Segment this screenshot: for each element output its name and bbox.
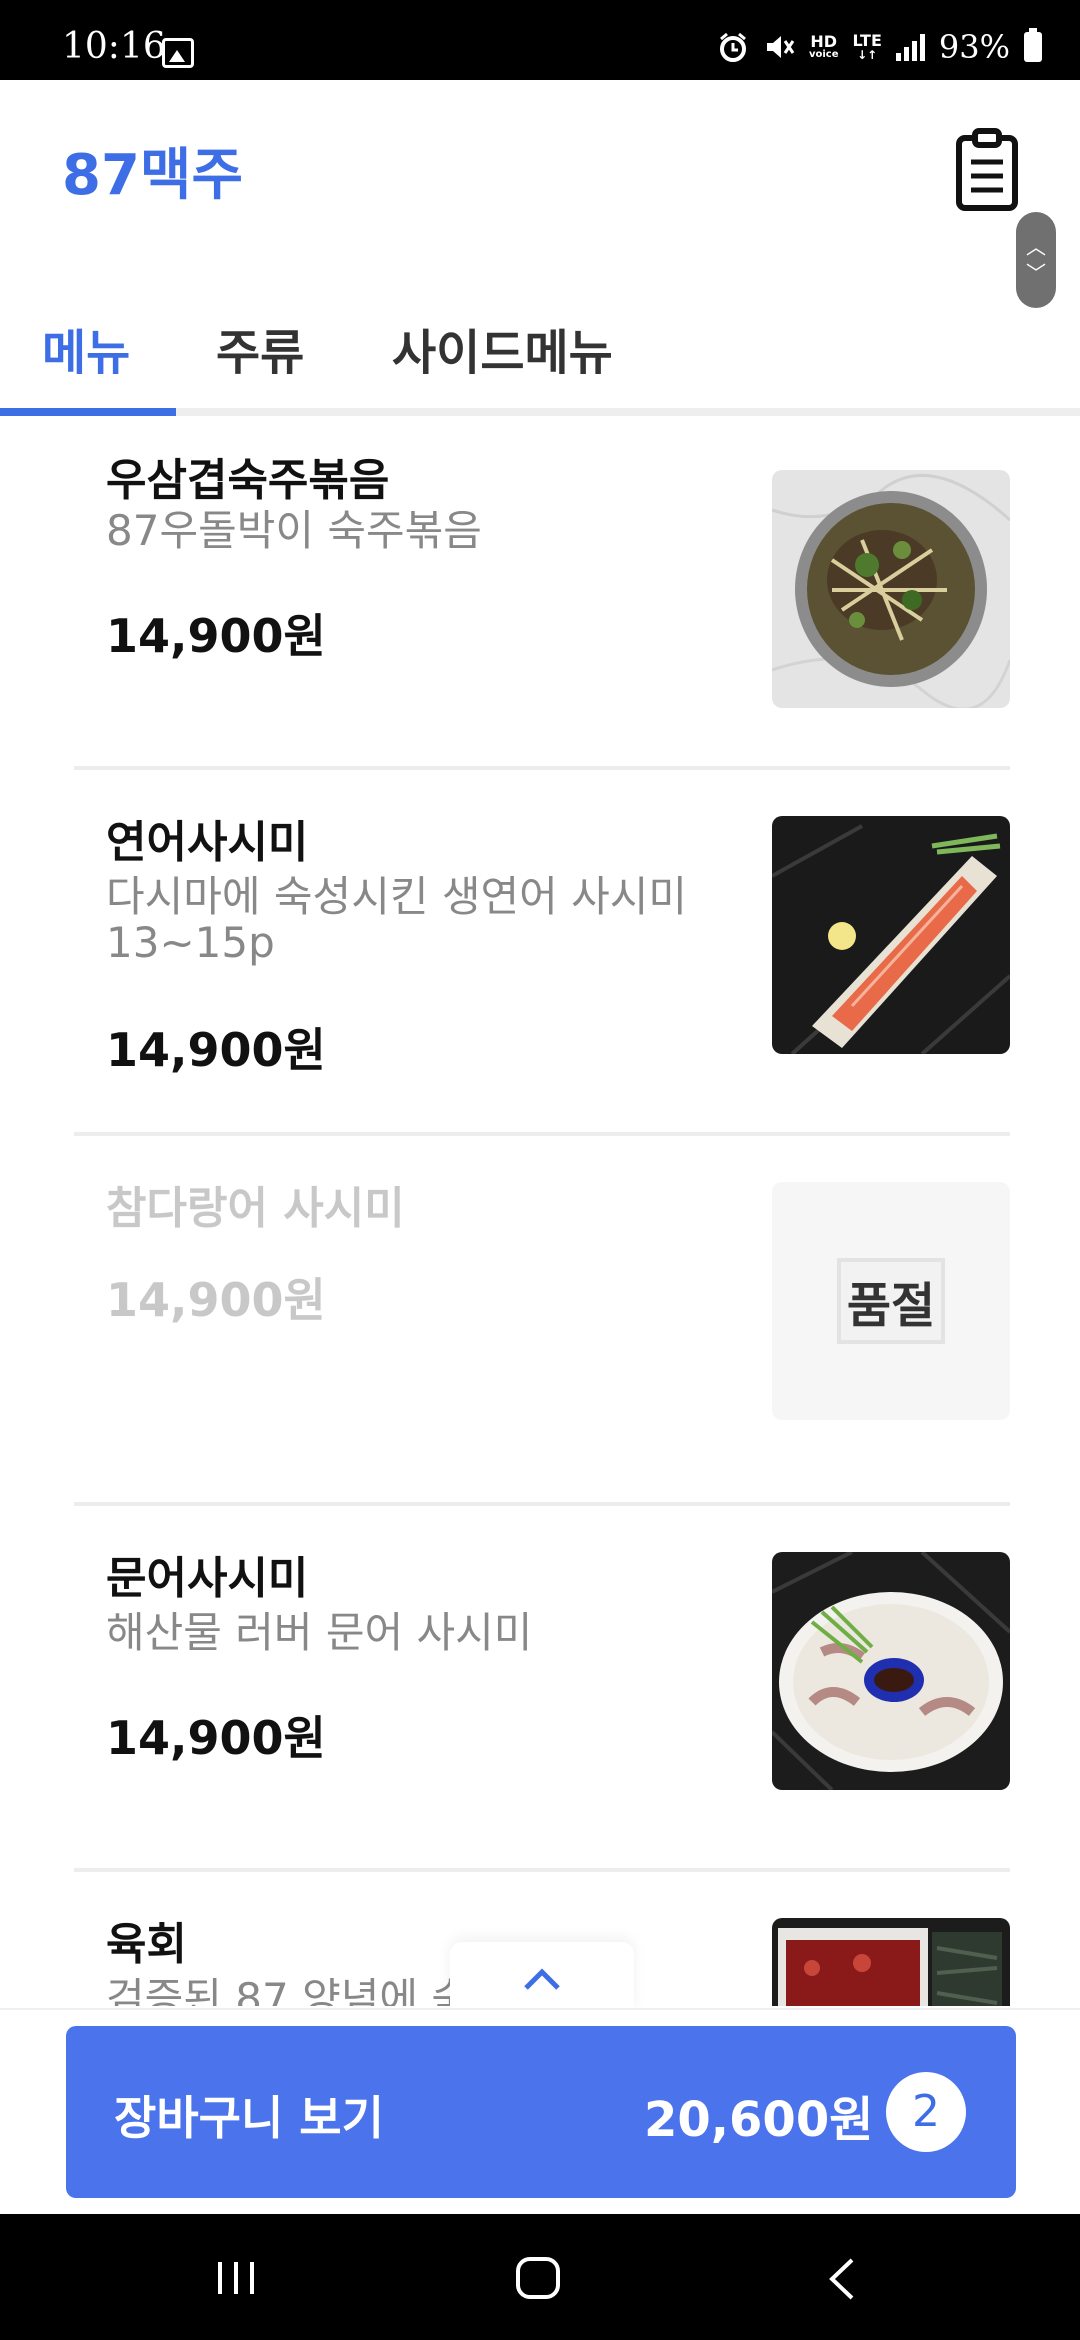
menu-item[interactable]: 우삼겹숙주볶음 87우돌박이 숙주볶음 14,900원 [74, 436, 1010, 770]
menu-item-name: 우삼겹숙주볶음 [106, 455, 390, 506]
battery-percent: 93% [938, 28, 1010, 66]
clipboard-icon[interactable] [955, 128, 1019, 212]
menu-item-name: 연어사시미 [106, 817, 309, 868]
sold-out-placeholder: 품절 [772, 1182, 1010, 1420]
menu-item-description: 검증된 87 양념에 숙 [106, 1974, 470, 2007]
menu-item-photo [772, 1918, 1010, 2006]
store-title: 87맥주 [62, 143, 243, 208]
menu-item-description: 87우돌박이 숙주볶음 [106, 506, 482, 555]
menu-item-price: 14,900원 [106, 1273, 326, 1327]
scroll-to-top-button[interactable] [450, 1942, 634, 2010]
signal-icon [895, 33, 925, 61]
category-tabs: 메뉴 주류 사이드메뉴 [0, 318, 1080, 418]
tab-menu[interactable]: 메뉴 [42, 318, 130, 418]
recent-apps-icon[interactable] [214, 2258, 258, 2298]
menu-item-sold-out: 참다랑어 사시미 14,900원 품절 [74, 1136, 1010, 1506]
menu-item[interactable]: 문어사시미 해산물 러버 문어 사시미 14,900원 [74, 1506, 1010, 1872]
menu-item-name: 육회 [106, 1919, 187, 1970]
gallery-notification-icon [162, 38, 194, 68]
sold-out-badge: 품절 [836, 1258, 946, 1344]
status-icons: HD voice LTE ↓↑ 93% [717, 28, 1042, 66]
tab-drinks[interactable]: 주류 [216, 318, 304, 418]
status-bar: 10:16 HD voice LTE ↓↑ 93% [0, 0, 1080, 80]
menu-item-photo [772, 1552, 1010, 1790]
mute-icon [766, 36, 795, 58]
tab-side-menu[interactable]: 사이드메뉴 [392, 318, 613, 418]
view-cart-button[interactable]: 장바구니 보기 20,600원 2 [66, 2026, 1016, 2198]
menu-item-name: 참다랑어 사시미 [106, 1183, 405, 1234]
cart-total: 20,600원 [644, 2092, 874, 2148]
menu-item-price: 14,900원 [106, 1711, 326, 1765]
battery-icon [1024, 28, 1042, 62]
menu-item-description: 해산물 러버 문어 사시미 [106, 1608, 533, 1657]
system-nav-bar [0, 2214, 1080, 2340]
menu-item-price: 14,900원 [106, 1023, 326, 1077]
menu-item-photo [772, 470, 1010, 708]
alarm-icon [719, 32, 746, 62]
chevron-down-icon: ﹀ [1026, 261, 1046, 285]
menu-item-photo [772, 816, 1010, 1054]
back-icon[interactable] [826, 2256, 856, 2302]
chevron-up-icon: ︿ [1026, 235, 1046, 259]
status-time: 10:16 [62, 26, 166, 67]
menu-list[interactable]: 우삼겹숙주볶음 87우돌박이 숙주볶음 14,900원 연어사시미 다시마에 숙… [0, 416, 1080, 2006]
tab-active-indicator [0, 408, 176, 416]
lte-indicator: LTE ↓↑ [852, 31, 882, 62]
menu-item-name: 문어사시미 [106, 1553, 309, 1604]
chevron-up-icon [524, 1968, 560, 1990]
hd-voice-indicator: HD voice [808, 32, 839, 60]
home-icon[interactable] [514, 2256, 562, 2300]
menu-item-price: 14,900원 [106, 609, 326, 663]
menu-item-description: 다시마에 숙성시킨 생연어 사시미 13~15p [106, 872, 688, 967]
cart-count-badge: 2 [886, 2072, 966, 2152]
scroll-handle[interactable]: ︿ ﹀ [1016, 212, 1056, 308]
view-cart-label: 장바구니 보기 [114, 2091, 384, 2145]
menu-item[interactable]: 연어사시미 다시마에 숙성시킨 생연어 사시미 13~15p 14,900원 [74, 770, 1010, 1136]
